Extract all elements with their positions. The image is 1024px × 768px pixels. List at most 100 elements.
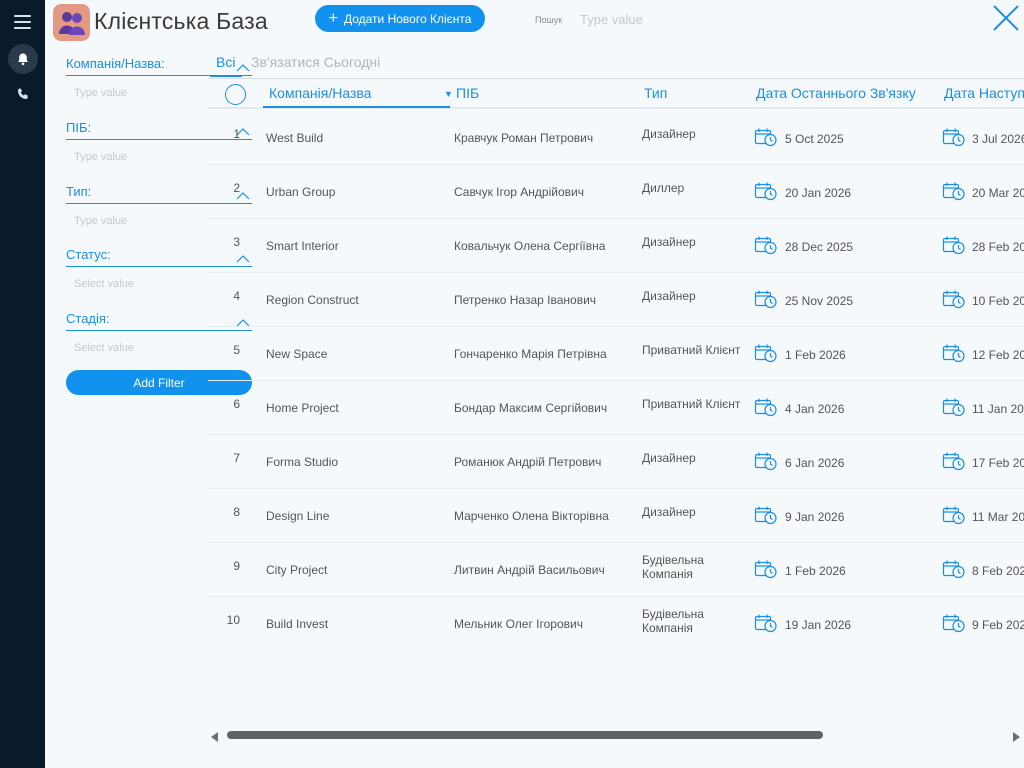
table-row[interactable]: 10 Build Invest Мельник Олег Ігорович Будів… bbox=[208, 597, 1024, 649]
calendar-clock-icon[interactable] bbox=[942, 127, 966, 147]
tab-all[interactable]: Всі bbox=[210, 54, 242, 77]
row-number: 7 bbox=[233, 451, 240, 465]
last-contact-cell: 28 Dec 2025 bbox=[785, 240, 854, 254]
close-icon[interactable] bbox=[992, 4, 1020, 32]
name-cell: Петренко Назар Іванович bbox=[454, 293, 597, 307]
table-row[interactable]: 1 West Build Кравчук Роман Петрович Дизайне… bbox=[208, 111, 1024, 165]
next-contact-cell: 10 Feb 2026 bbox=[972, 294, 1024, 308]
name-cell: Романюк Андрій Петрович bbox=[454, 455, 602, 469]
search-input[interactable] bbox=[580, 9, 780, 29]
scroll-left-arrow-icon[interactable] bbox=[211, 729, 219, 747]
last-contact-cell: 5 Oct 2025 bbox=[785, 132, 844, 146]
company-cell: New Space bbox=[266, 347, 328, 361]
calendar-clock-icon[interactable] bbox=[754, 397, 778, 417]
row-number: 5 bbox=[233, 343, 240, 357]
calendar-clock-icon[interactable] bbox=[754, 343, 778, 363]
company-cell: Build Invest bbox=[266, 617, 329, 631]
calendar-clock-icon[interactable] bbox=[754, 235, 778, 255]
type-cell: Приватний Клієнт bbox=[642, 343, 741, 357]
company-cell: City Project bbox=[266, 563, 328, 577]
name-cell: Ковальчук Олена Сергіївна bbox=[454, 239, 606, 253]
table-row[interactable]: 2 Urban Group Савчук Ігор Андрійович Диллер… bbox=[208, 165, 1024, 219]
calendar-clock-icon[interactable] bbox=[942, 559, 966, 579]
type-cell: Дизайнер bbox=[642, 127, 696, 141]
page-title: Клієнтська База bbox=[94, 8, 268, 34]
next-contact-cell: 12 Feb 2026 bbox=[972, 348, 1024, 362]
row-number: 8 bbox=[233, 505, 240, 519]
next-contact-cell: 17 Feb 2026 bbox=[972, 456, 1024, 470]
calendar-clock-icon[interactable] bbox=[942, 451, 966, 471]
table-row[interactable]: 3 Smart Interior Ковальчук Олена Сергіївна… bbox=[208, 219, 1024, 273]
company-cell: Design Line bbox=[266, 509, 330, 523]
type-cell: Дизайнер bbox=[642, 289, 696, 303]
search-label: Пошук bbox=[535, 15, 563, 25]
calendar-clock-icon[interactable] bbox=[754, 289, 778, 309]
column-next-contact[interactable]: Дата Наступного Зв'язку bbox=[944, 85, 1024, 101]
company-cell: Home Project bbox=[266, 401, 339, 415]
column-name[interactable]: ПІБ bbox=[456, 85, 479, 101]
last-contact-cell: 20 Jan 2026 bbox=[785, 186, 852, 200]
tab-contact-today[interactable]: Зв'язатися Сьогодні bbox=[251, 54, 380, 70]
last-contact-cell: 9 Jan 2026 bbox=[785, 510, 845, 524]
name-cell: Литвин Андрій Васильович bbox=[454, 563, 605, 577]
type-cell: Диллер bbox=[642, 181, 685, 195]
type-cell: Будівельна Компанія bbox=[642, 607, 704, 635]
column-last-contact[interactable]: Дата Останнього Зв'язку bbox=[756, 85, 916, 101]
table-row[interactable]: 7 Forma Studio Романюк Андрій Петрович Диза… bbox=[208, 435, 1024, 489]
add-client-label: Додати Нового Клієнта bbox=[343, 11, 472, 26]
calendar-clock-icon[interactable] bbox=[754, 559, 778, 579]
last-contact-cell: 1 Feb 2026 bbox=[785, 564, 846, 578]
last-contact-cell: 6 Jan 2026 bbox=[785, 456, 845, 470]
company-cell: Region Construct bbox=[266, 293, 359, 307]
name-cell: Гончаренко Марія Петрівна bbox=[454, 347, 607, 361]
table-row[interactable]: 5 New Space Гончаренко Марія Петрівна Прива… bbox=[208, 327, 1024, 381]
last-contact-cell: 19 Jan 2026 bbox=[785, 618, 852, 632]
type-cell: Будівельна Компанія bbox=[642, 553, 704, 581]
next-contact-cell: 11 Mar 2026 bbox=[972, 510, 1024, 524]
select-all-checkbox[interactable] bbox=[225, 84, 246, 105]
last-contact-cell: 4 Jan 2026 bbox=[785, 402, 845, 416]
bell-icon[interactable] bbox=[8, 44, 38, 74]
sort-desc-icon[interactable]: ▼ bbox=[444, 89, 453, 99]
calendar-clock-icon[interactable] bbox=[942, 397, 966, 417]
calendar-clock-icon[interactable] bbox=[754, 451, 778, 471]
column-company[interactable]: Компанія/Назва bbox=[263, 85, 450, 108]
plus-icon: + bbox=[328, 9, 338, 27]
name-cell: Марченко Олена Вікторівна bbox=[454, 509, 609, 523]
company-cell: Forma Studio bbox=[266, 455, 339, 469]
add-client-button[interactable]: + Додати Нового Клієнта bbox=[315, 5, 485, 32]
horizontal-scrollbar-thumb[interactable] bbox=[227, 731, 823, 739]
row-number: 6 bbox=[233, 397, 240, 411]
type-cell: Приватний Клієнт bbox=[642, 397, 741, 411]
last-contact-cell: 1 Feb 2026 bbox=[785, 348, 846, 362]
calendar-clock-icon[interactable] bbox=[942, 505, 966, 525]
calendar-clock-icon[interactable] bbox=[754, 181, 778, 201]
row-number: 4 bbox=[233, 289, 240, 303]
table-row[interactable]: 8 Design Line Марченко Олена Вікторівна Диз… bbox=[208, 489, 1024, 543]
scroll-right-arrow-icon[interactable] bbox=[1012, 729, 1020, 747]
menu-icon[interactable] bbox=[14, 15, 31, 29]
calendar-clock-icon[interactable] bbox=[754, 127, 778, 147]
next-contact-cell: 8 Feb 2026 bbox=[972, 564, 1024, 578]
column-type[interactable]: Тип bbox=[644, 85, 667, 101]
calendar-clock-icon[interactable] bbox=[942, 289, 966, 309]
calendar-clock-icon[interactable] bbox=[942, 343, 966, 363]
type-cell: Дизайнер bbox=[642, 451, 696, 465]
clients-logo-icon bbox=[53, 4, 90, 41]
calendar-clock-icon[interactable] bbox=[754, 505, 778, 525]
calendar-clock-icon[interactable] bbox=[942, 181, 966, 201]
name-cell: Савчук Ігор Андрійович bbox=[454, 185, 584, 199]
table-row[interactable]: 9 City Project Литвин Андрій Васильович Буд… bbox=[208, 543, 1024, 597]
company-cell: West Build bbox=[266, 131, 324, 145]
company-cell: Urban Group bbox=[266, 185, 336, 199]
phone-icon[interactable] bbox=[13, 84, 33, 104]
calendar-clock-icon[interactable] bbox=[942, 613, 966, 633]
last-contact-cell: 25 Nov 2025 bbox=[785, 294, 854, 308]
calendar-clock-icon[interactable] bbox=[942, 235, 966, 255]
next-contact-cell: 3 Jul 2026 bbox=[972, 132, 1024, 146]
left-rail bbox=[0, 0, 45, 768]
table-header: Компанія/Назва ▼ ПІБ Тип Дата Останнього… bbox=[208, 79, 1024, 109]
calendar-clock-icon[interactable] bbox=[754, 613, 778, 633]
table-row[interactable]: 6 Home Project Бондар Максим Сергійович При… bbox=[208, 381, 1024, 435]
table-row[interactable]: 4 Region Construct Петренко Назар Іванович… bbox=[208, 273, 1024, 327]
